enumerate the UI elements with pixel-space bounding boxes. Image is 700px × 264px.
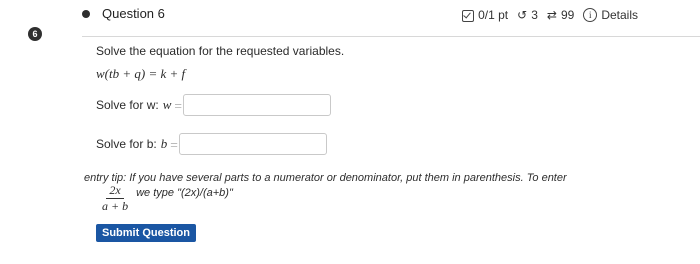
tip-fraction-example: 2x a + b we type "(2x)/(a+b)" [100,183,233,214]
tip-example-text: we type "(2x)/(a+b)" [136,186,233,199]
question-title: Question 6 [102,6,165,21]
checkbox-icon [462,10,475,22]
solve-for-w-row: Solve for w: w = [96,94,331,116]
retries-count: 3 [531,8,538,22]
question-header: Question 6 0/1 pt ↺ 3 ⇄ 99 i Details [82,0,700,37]
solve-b-label: Solve for b: [96,137,157,151]
details-link[interactable]: Details [601,8,638,22]
solve-w-var: w [162,97,172,112]
info-icon[interactable]: i [583,8,598,22]
retry-icon: ↺ [517,8,528,22]
fraction-denominator: a + b [102,199,129,213]
question-prompt: Solve the equation for the requested var… [96,44,345,58]
fraction: 2x a + b [100,183,130,214]
attempts-count: 99 [560,8,575,22]
score-text: 0/1 pt [478,8,509,22]
equals-sign: = [174,97,182,113]
fraction-numerator: 2x [106,183,124,199]
attempts-icon: ⇄ [546,8,557,22]
solve-w-label: Solve for w: [96,98,159,112]
answer-b-input[interactable] [178,133,327,155]
question-meta: 0/1 pt ↺ 3 ⇄ 99 i Details [462,8,638,22]
question-number-badge: 6 [28,27,42,41]
equation: w(tb + q) = k + f [96,66,186,81]
equals-sign: = [170,136,178,152]
solve-b-var: b [160,136,168,151]
submit-question-button[interactable]: Submit Question [96,224,196,242]
answer-w-input[interactable] [182,94,331,116]
solve-for-b-row: Solve for b: b = [96,133,327,155]
bullet-icon [82,10,90,18]
